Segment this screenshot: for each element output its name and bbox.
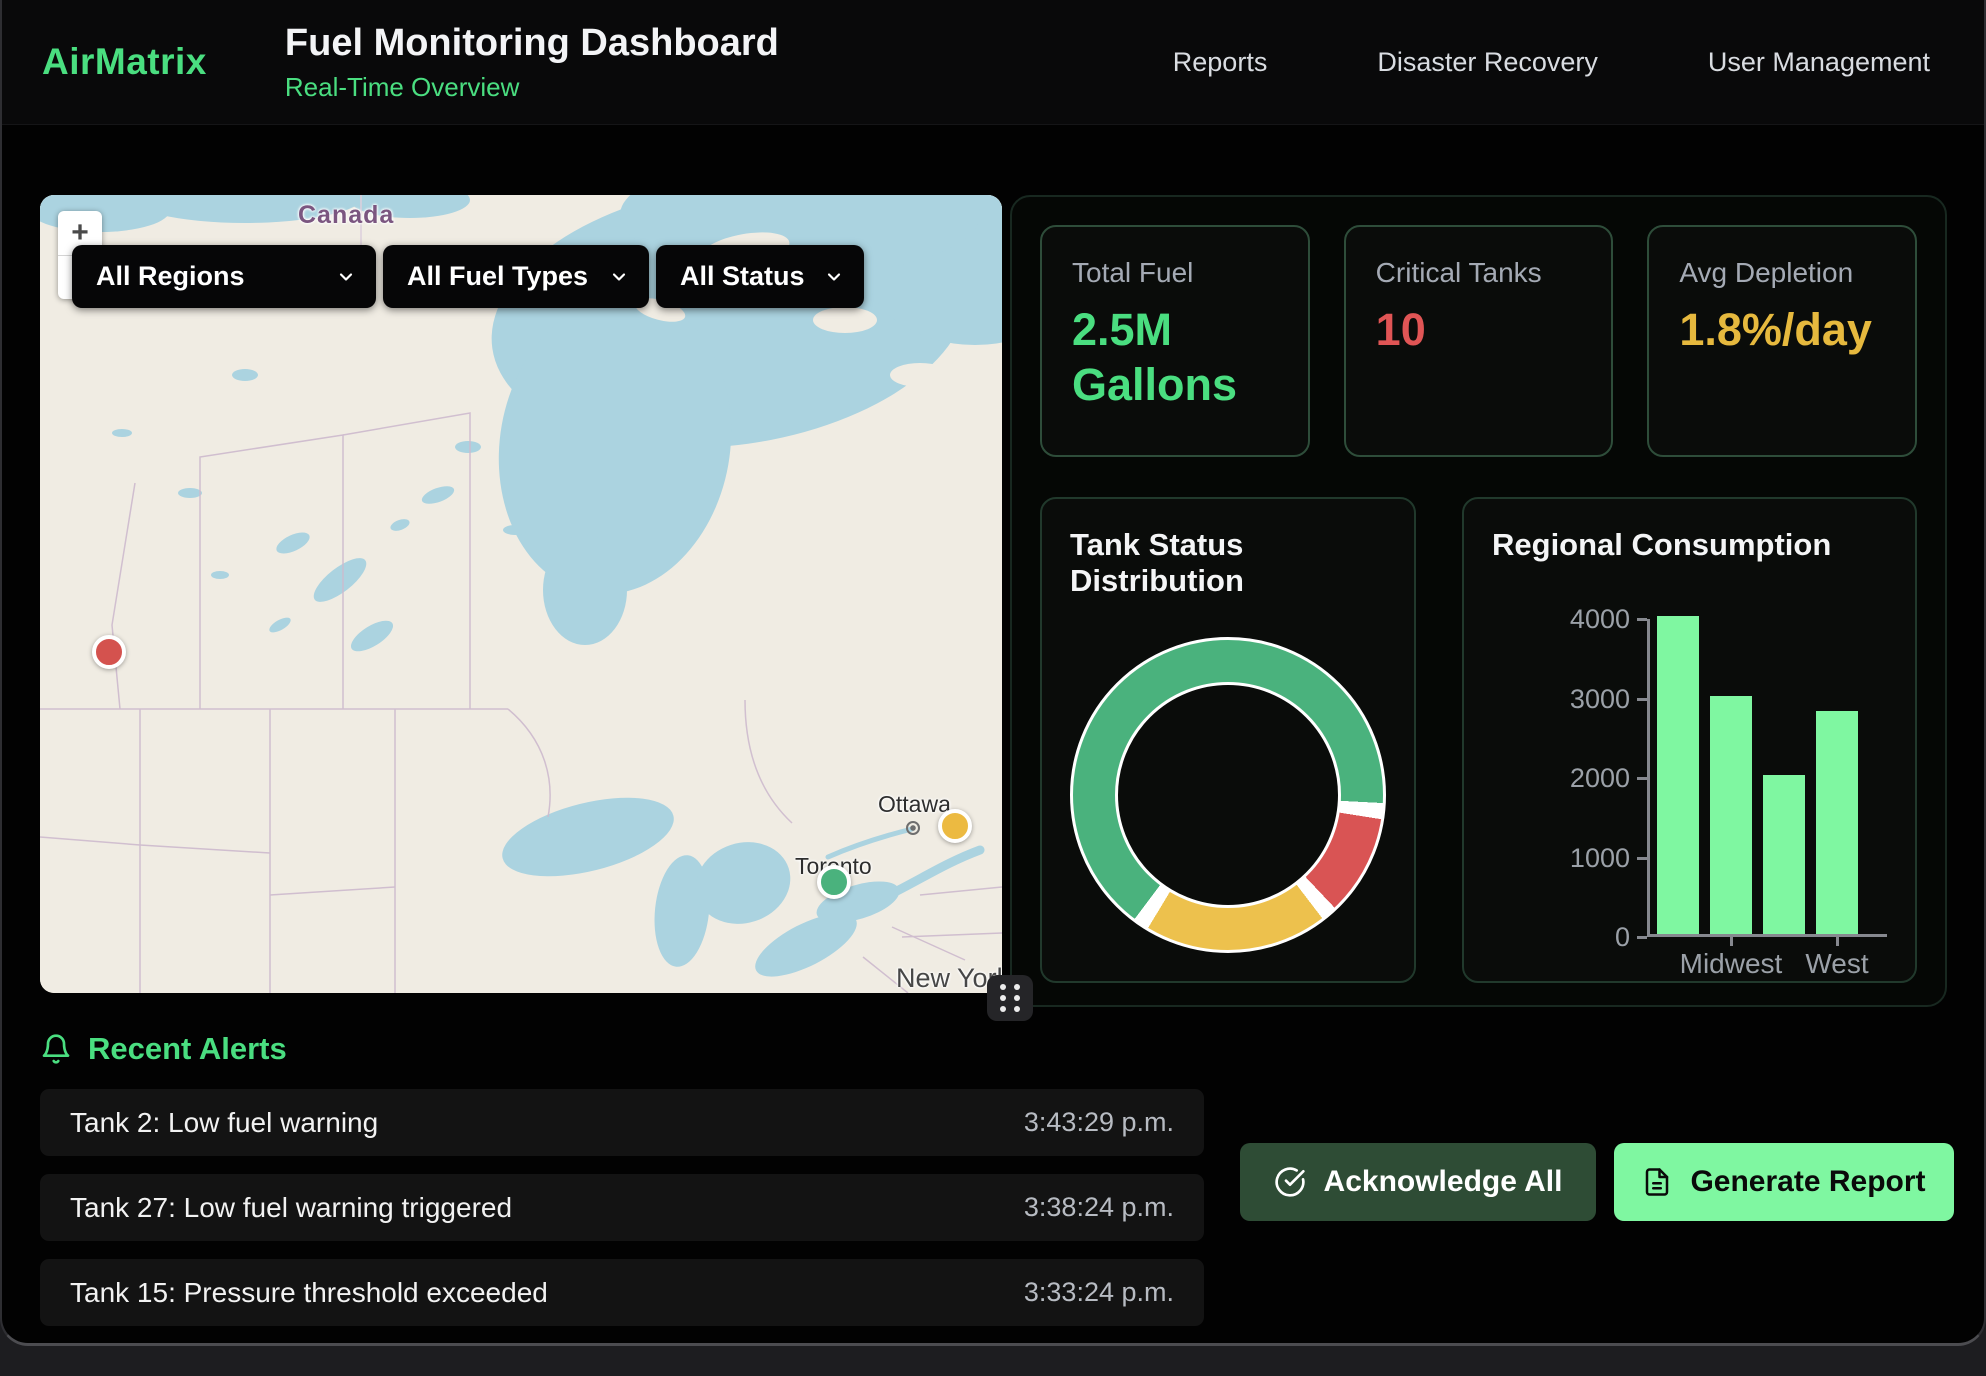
check-circle-icon bbox=[1274, 1166, 1306, 1198]
bar-3 bbox=[1816, 711, 1858, 934]
title-block: Fuel Monitoring Dashboard Real-Time Over… bbox=[285, 22, 779, 103]
y-axis-tick-label: 4000 bbox=[1570, 606, 1630, 633]
x-axis-tick-label: West bbox=[1757, 948, 1917, 980]
x-axis-tick-mark bbox=[1730, 937, 1733, 946]
header: AirMatrix Fuel Monitoring Dashboard Real… bbox=[2, 0, 1984, 125]
bar-2 bbox=[1763, 775, 1805, 934]
alert-message: Tank 15: Pressure threshold exceeded bbox=[70, 1277, 548, 1309]
metrics-panel: Total Fuel 2.5M Gallons Critical Tanks 1… bbox=[1010, 195, 1947, 1007]
filter-bar: All Regions All Fuel Types All Status bbox=[72, 245, 864, 308]
stat-label: Total Fuel bbox=[1072, 257, 1278, 289]
ottawa-town-dot-icon bbox=[906, 821, 920, 835]
status-filter-select[interactable]: All Status bbox=[656, 245, 864, 308]
stat-card-avg-depletion: Avg Depletion 1.8%/day bbox=[1647, 225, 1917, 457]
generate-report-button[interactable]: Generate Report bbox=[1614, 1143, 1954, 1221]
stat-value-1: 10 bbox=[1376, 303, 1566, 358]
nav: Reports Disaster Recovery User Managemen… bbox=[1173, 47, 1944, 78]
alert-row[interactable]: Tank 15: Pressure threshold exceeded 3:3… bbox=[40, 1259, 1204, 1326]
region-filter-value: All Regions bbox=[96, 261, 245, 292]
alert-time: 3:33:24 p.m. bbox=[1024, 1277, 1174, 1308]
chevron-down-icon bbox=[336, 267, 356, 287]
charts-row: Tank Status Distribution Regional Consum… bbox=[1040, 497, 1917, 983]
fuel-type-filter-value: All Fuel Types bbox=[407, 261, 588, 292]
map-panel: Canada Ottawa Toronto New York + − All R… bbox=[40, 195, 1002, 993]
stat-value-0: 2.5M Gallons bbox=[1072, 303, 1262, 413]
chevron-down-icon bbox=[824, 267, 844, 287]
alert-row[interactable]: Tank 27: Low fuel warning triggered 3:38… bbox=[40, 1174, 1204, 1241]
brand-logo: AirMatrix bbox=[42, 41, 207, 83]
alert-actions: Acknowledge All Generate Report bbox=[1240, 1143, 1954, 1344]
alerts-section: Recent Alerts Tank 2: Low fuel warning 3… bbox=[2, 1031, 1984, 1344]
donut-chart bbox=[1070, 637, 1386, 953]
stat-card-total-fuel: Total Fuel 2.5M Gallons bbox=[1040, 225, 1310, 457]
alerts-list: Tank 2: Low fuel warning 3:43:29 p.m. Ta… bbox=[40, 1089, 1204, 1344]
stat-label: Critical Tanks bbox=[1376, 257, 1582, 289]
map-marker-normal[interactable] bbox=[817, 865, 851, 899]
map-marker-critical[interactable] bbox=[92, 635, 126, 669]
map-drag-handle[interactable] bbox=[987, 975, 1033, 1021]
stat-value-2: 1.8%/day bbox=[1679, 303, 1869, 358]
bar-plot: 01000200030004000MidwestWest bbox=[1647, 619, 1887, 937]
status-filter-value: All Status bbox=[680, 261, 805, 292]
y-axis-tick-mark bbox=[1637, 777, 1647, 780]
donut-wrap bbox=[1070, 637, 1386, 953]
alert-message: Tank 27: Low fuel warning triggered bbox=[70, 1192, 512, 1224]
alerts-header: Recent Alerts bbox=[40, 1031, 1946, 1067]
chart-title: Regional Consumption bbox=[1492, 527, 1887, 563]
stats-row: Total Fuel 2.5M Gallons Critical Tanks 1… bbox=[1040, 225, 1917, 457]
y-axis-tick-mark bbox=[1637, 618, 1647, 621]
stat-card-critical-tanks: Critical Tanks 10 bbox=[1344, 225, 1614, 457]
alerts-title: Recent Alerts bbox=[88, 1031, 287, 1067]
nav-item-reports[interactable]: Reports bbox=[1173, 47, 1268, 78]
main-content: Canada Ottawa Toronto New York + − All R… bbox=[2, 195, 1984, 1007]
y-axis-tick-label: 2000 bbox=[1570, 765, 1630, 792]
alerts-body: Tank 2: Low fuel warning 3:43:29 p.m. Ta… bbox=[40, 1089, 1946, 1344]
map-label-ottawa: Ottawa bbox=[878, 791, 951, 818]
alert-time: 3:43:29 p.m. bbox=[1024, 1107, 1174, 1138]
alert-message: Tank 2: Low fuel warning bbox=[70, 1107, 378, 1139]
map-label-canada: Canada bbox=[298, 201, 394, 230]
y-axis-tick-mark bbox=[1637, 857, 1647, 860]
dashboard-window: AirMatrix Fuel Monitoring Dashboard Real… bbox=[0, 0, 1986, 1346]
map[interactable]: Canada Ottawa Toronto New York + − All R… bbox=[40, 195, 1002, 993]
bell-icon bbox=[40, 1033, 72, 1065]
fuel-type-filter-select[interactable]: All Fuel Types bbox=[383, 245, 649, 308]
map-marker-warning[interactable] bbox=[938, 809, 972, 843]
nav-item-user-management[interactable]: User Management bbox=[1708, 47, 1930, 78]
file-text-icon bbox=[1642, 1167, 1672, 1197]
alert-row[interactable]: Tank 2: Low fuel warning 3:43:29 p.m. bbox=[40, 1089, 1204, 1156]
region-filter-select[interactable]: All Regions bbox=[72, 245, 376, 308]
tank-status-chart-card: Tank Status Distribution bbox=[1040, 497, 1416, 983]
y-axis-tick-mark bbox=[1637, 936, 1647, 939]
acknowledge-all-label: Acknowledge All bbox=[1324, 1165, 1563, 1199]
stat-label: Avg Depletion bbox=[1679, 257, 1885, 289]
y-axis-tick-label: 1000 bbox=[1570, 845, 1630, 872]
y-axis-tick-mark bbox=[1637, 698, 1647, 701]
x-axis-tick-mark bbox=[1836, 937, 1839, 946]
chart-title: Tank Status Distribution bbox=[1070, 527, 1386, 599]
bar-1 bbox=[1710, 696, 1752, 935]
y-axis-tick-label: 3000 bbox=[1570, 686, 1630, 713]
generate-report-label: Generate Report bbox=[1690, 1165, 1925, 1199]
page-subtitle: Real-Time Overview bbox=[285, 72, 779, 103]
bar-0 bbox=[1657, 616, 1699, 934]
y-axis-tick-label: 0 bbox=[1615, 924, 1630, 951]
alert-time: 3:38:24 p.m. bbox=[1024, 1192, 1174, 1223]
page-title: Fuel Monitoring Dashboard bbox=[285, 22, 779, 65]
regional-consumption-chart-card: Regional Consumption 01000200030004000Mi… bbox=[1462, 497, 1917, 983]
nav-item-disaster-recovery[interactable]: Disaster Recovery bbox=[1377, 47, 1598, 78]
donut-hole bbox=[1115, 682, 1341, 908]
chevron-down-icon bbox=[609, 267, 629, 287]
acknowledge-all-button[interactable]: Acknowledge All bbox=[1240, 1143, 1596, 1221]
